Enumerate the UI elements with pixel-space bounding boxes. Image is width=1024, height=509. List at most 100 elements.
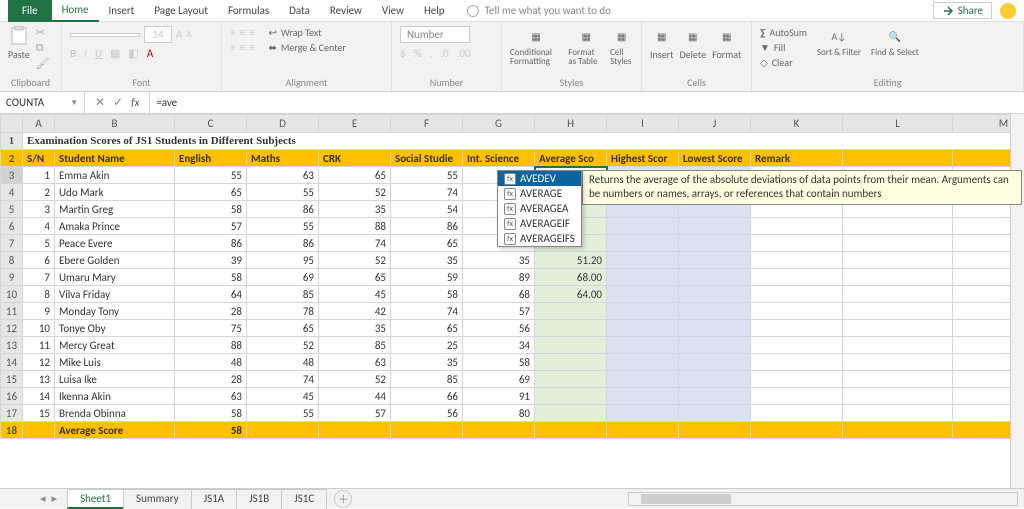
cell[interactable] — [607, 269, 679, 286]
cell[interactable]: 86 — [391, 218, 463, 235]
autosum-button[interactable]: ∑ AutoSum — [760, 26, 807, 39]
fx-icon[interactable]: fx — [131, 96, 139, 109]
cell[interactable]: 55 — [391, 167, 463, 184]
font-color-button[interactable]: A — [147, 47, 153, 60]
align-mid-icon[interactable]: ≡ — [239, 26, 244, 39]
sheet-tab[interactable]: JS1A — [191, 489, 238, 509]
cell[interactable] — [679, 371, 751, 388]
cell[interactable]: 91 — [463, 388, 535, 405]
header-cell[interactable]: Average Sco — [535, 150, 607, 167]
cell[interactable]: 78 — [247, 303, 319, 320]
dec-decimal-button[interactable]: .00 — [457, 47, 471, 60]
cell[interactable] — [535, 405, 607, 422]
header-cell[interactable]: S/N — [23, 150, 55, 167]
cell[interactable]: 6 — [23, 252, 55, 269]
feedback-smiley-icon[interactable] — [1000, 3, 1016, 19]
row-header[interactable]: 15 — [1, 371, 23, 388]
autocomplete-item[interactable]: fxAVERAGEIFS — [498, 231, 581, 246]
cell[interactable] — [535, 320, 607, 337]
paste-button[interactable]: Paste — [8, 26, 30, 61]
tell-me-search[interactable]: Tell me what you want to do — [467, 4, 611, 17]
cell[interactable]: 44 — [319, 388, 391, 405]
cell[interactable] — [535, 354, 607, 371]
col-header-I[interactable]: I — [607, 115, 679, 133]
cell[interactable]: 74 — [247, 371, 319, 388]
cell[interactable]: 55 — [247, 184, 319, 201]
font-name-combo[interactable] — [70, 33, 140, 37]
cell[interactable]: 58 — [175, 405, 247, 422]
cell[interactable]: 56 — [463, 320, 535, 337]
number-format-combo[interactable]: Number — [400, 26, 470, 43]
cell[interactable]: 45 — [319, 286, 391, 303]
cell[interactable] — [607, 218, 679, 235]
cell[interactable]: 45 — [247, 388, 319, 405]
row-header[interactable]: 18 — [1, 422, 23, 439]
cell[interactable]: Emma Akin — [55, 167, 175, 184]
add-sheet-button[interactable]: ＋ — [334, 490, 352, 508]
cell[interactable] — [679, 269, 751, 286]
accounting-button[interactable]: $ — [400, 47, 406, 60]
col-header-K[interactable]: K — [751, 115, 843, 133]
row-header[interactable]: 2 — [1, 150, 23, 167]
row-header[interactable]: 3 — [1, 167, 23, 184]
cell[interactable]: 89 — [463, 269, 535, 286]
cell[interactable]: 11 — [23, 337, 55, 354]
cell[interactable]: 63 — [247, 167, 319, 184]
align-top-icon[interactable]: ≡ — [230, 26, 235, 39]
cell[interactable]: 65 — [247, 320, 319, 337]
cell[interactable]: 74 — [319, 235, 391, 252]
format-as-table-button[interactable]: ▦Format as Table — [568, 26, 604, 66]
comma-button[interactable]: , — [429, 47, 432, 60]
insert-cells-button[interactable]: ▦Insert — [650, 26, 674, 61]
cell[interactable]: 57 — [319, 405, 391, 422]
row-header[interactable]: 16 — [1, 388, 23, 405]
col-header-F[interactable]: F — [391, 115, 463, 133]
cell[interactable] — [607, 337, 679, 354]
col-header-C[interactable]: C — [175, 115, 247, 133]
header-cell[interactable]: Lowest Score — [679, 150, 751, 167]
worksheet-grid[interactable]: ABCDEFGHIJKLM1Examination Scores of JS1 … — [0, 114, 1024, 488]
row-header[interactable]: 14 — [1, 354, 23, 371]
tab-file[interactable]: File — [8, 0, 52, 22]
cell[interactable]: 2 — [23, 184, 55, 201]
cell[interactable]: 51.20 — [535, 252, 607, 269]
tab-view[interactable]: View — [372, 0, 414, 22]
cell[interactable] — [607, 320, 679, 337]
cell[interactable]: 63 — [319, 354, 391, 371]
cell[interactable]: 35 — [463, 252, 535, 269]
cell[interactable]: 28 — [175, 303, 247, 320]
cell[interactable]: Vilva Friday — [55, 286, 175, 303]
cell[interactable]: 58 — [175, 201, 247, 218]
tab-help[interactable]: Help — [414, 0, 455, 22]
sheet-tab[interactable]: Sheet1 — [67, 489, 124, 509]
sheet-tab[interactable]: Summary — [123, 489, 192, 509]
tab-review[interactable]: Review — [320, 0, 372, 22]
name-box[interactable]: COUNTA ▼ — [0, 92, 85, 113]
cut-icon[interactable]: ✂ — [36, 26, 50, 39]
cell[interactable]: 57 — [463, 303, 535, 320]
cell[interactable]: 5 — [23, 235, 55, 252]
sheet-nav-next-icon[interactable]: ▸ — [52, 492, 58, 505]
cell[interactable]: 65 — [319, 269, 391, 286]
col-header-A[interactable]: A — [23, 115, 55, 133]
cell[interactable] — [679, 235, 751, 252]
cell[interactable] — [607, 303, 679, 320]
tab-insert[interactable]: Insert — [99, 0, 145, 22]
cell[interactable] — [679, 337, 751, 354]
merge-center-button[interactable]: ⬌Merge & Center — [268, 41, 345, 54]
cell[interactable]: 10 — [23, 320, 55, 337]
cell[interactable]: 85 — [247, 286, 319, 303]
row-header[interactable]: 5 — [1, 201, 23, 218]
cell[interactable]: 63 — [175, 388, 247, 405]
col-header-B[interactable]: B — [55, 115, 175, 133]
cell[interactable] — [679, 303, 751, 320]
sheet-nav-prev-icon[interactable]: ◂ — [40, 492, 46, 505]
cell[interactable] — [607, 252, 679, 269]
row-header[interactable]: 10 — [1, 286, 23, 303]
format-cells-button[interactable]: ▦Format — [712, 26, 741, 61]
cell[interactable]: 7 — [23, 269, 55, 286]
cell[interactable]: Monday Tony — [55, 303, 175, 320]
tab-formulas[interactable]: Formulas — [218, 0, 279, 22]
cell[interactable]: Mike Luis — [55, 354, 175, 371]
cell[interactable]: 75 — [175, 320, 247, 337]
